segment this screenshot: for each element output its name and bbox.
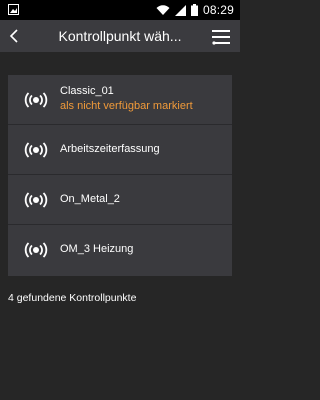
list-item-status: als nicht verfügbar markiert: [60, 100, 193, 112]
back-chevron-icon: [9, 29, 18, 43]
broadcast-icon: [24, 92, 48, 108]
list-item-label: OM_3 Heizung: [60, 243, 134, 255]
list-item-label: Classic_01: [60, 85, 114, 97]
broadcast-icon: [24, 142, 48, 158]
wifi-icon: [156, 4, 170, 15]
page-title: Kontrollpunkt wäh...: [58, 28, 182, 44]
broadcast-icon: [24, 192, 48, 208]
battery-icon: [190, 4, 198, 16]
list-item-label: On_Metal_2: [60, 193, 120, 205]
checkpoint-count: 4 gefundene Kontrollpunkte: [8, 292, 137, 304]
app-bar: Kontrollpunkt wäh...: [0, 20, 240, 52]
back-button[interactable]: [0, 20, 28, 52]
checkpoint-list: Classic_01 als nicht verfügbar markiert …: [8, 75, 232, 276]
list-item[interactable]: On_Metal_2: [8, 175, 232, 225]
list-item-label: Arbeitszeiterfassung: [60, 143, 160, 155]
filter-menu-button[interactable]: [210, 26, 232, 48]
broadcast-icon: [24, 242, 48, 258]
status-time: 08:29: [202, 3, 234, 17]
filter-menu-icon: [212, 30, 230, 45]
list-item[interactable]: Arbeitszeiterfassung: [8, 125, 232, 175]
list-item[interactable]: OM_3 Heizung: [8, 225, 232, 275]
status-right: 08:29: [156, 0, 234, 20]
status-bar: 08:29: [0, 0, 240, 20]
list-item[interactable]: Classic_01 als nicht verfügbar markiert: [8, 75, 232, 125]
notification-image-icon: [8, 4, 19, 15]
signal-icon: [174, 4, 186, 16]
